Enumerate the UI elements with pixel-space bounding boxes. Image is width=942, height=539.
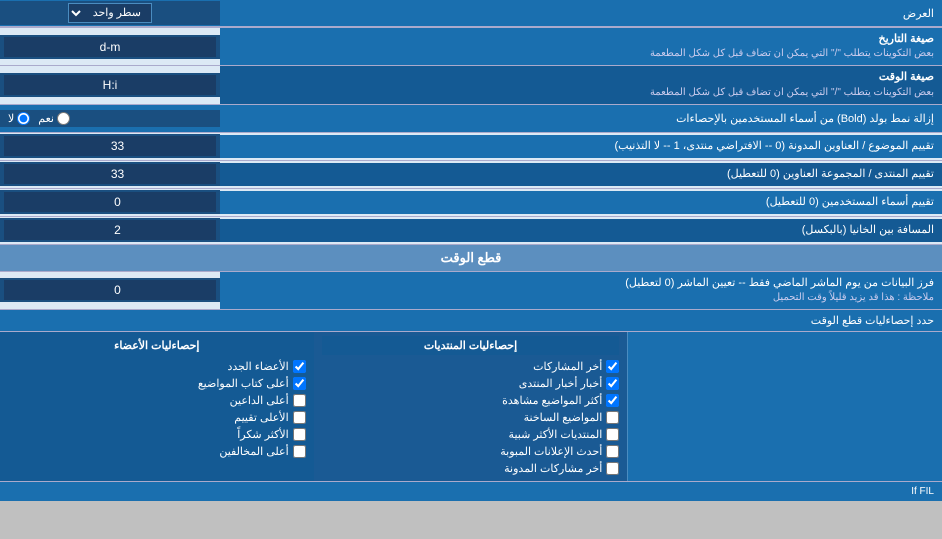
stats-apply-row: حدد إحصاءليات قطع الوقت <box>0 310 942 332</box>
members-stat-6: أعلى المخالفين <box>8 443 306 460</box>
time-format-label-line2: بعض التكوينات يتطلب "/" التي يمكن ان تضا… <box>228 86 934 100</box>
gap-row: المسافة بين الخانيا (بالبكسل) <box>0 217 942 245</box>
time-cut-label-line1: فرز البيانات من يوم الماشر الماضي فقط --… <box>228 276 934 291</box>
radio-no[interactable] <box>17 112 30 125</box>
members-stat-1-label: الأعضاء الجدد <box>227 360 288 373</box>
bold-radio-row: إزالة نمط بولد (Bold) من أسماء المستخدمي… <box>0 105 942 133</box>
sort-forums-input-wrap <box>0 162 220 186</box>
time-cut-section-header: قطع الوقت <box>0 245 942 272</box>
posts-stat-5-checkbox[interactable] <box>606 428 619 441</box>
posts-stat-5: المنتديات الأكثر شبية <box>322 426 620 443</box>
time-format-row: صيغة الوقت بعض التكوينات يتطلب "/" التي … <box>0 66 942 104</box>
gap-label: المسافة بين الخانيا (بالبكسل) <box>220 219 942 242</box>
members-stat-3: أعلى الداعين <box>8 392 306 409</box>
gap-input[interactable] <box>4 220 216 240</box>
stats-apply-label: حدد إحصاءليات قطع الوقت <box>8 314 934 327</box>
members-stats-col: إحصاءليات الأعضاء الأعضاء الجدد أعلى كتا… <box>0 332 314 481</box>
sort-users-label: تقييم أسماء المستخدمين (0 للتعطيل) <box>220 191 942 214</box>
bold-radio-control: نعم لا <box>0 110 220 127</box>
sort-topics-input-wrap <box>0 134 220 158</box>
time-cut-row: فرز البيانات من يوم الماشر الماضي فقط --… <box>0 272 942 310</box>
posts-stat-4-label: المواضيع الساخنة <box>524 411 603 424</box>
time-format-input-wrap <box>0 73 220 97</box>
date-format-label-line2: بعض التكوينات يتطلب "/" التي يمكن ان تضا… <box>228 47 934 61</box>
time-format-label-line1: صيغة الوقت <box>228 70 934 85</box>
bottom-note-row: If FIL <box>0 481 942 501</box>
time-format-input[interactable] <box>4 75 216 95</box>
radio-yes-label[interactable]: نعم <box>38 112 70 125</box>
posts-stat-3: أكثر المواضيع مشاهدة <box>322 392 620 409</box>
sort-topics-label: تقييم الموضوع / العناوين المدونة (0 -- ا… <box>220 135 942 158</box>
posts-stat-7-checkbox[interactable] <box>606 462 619 475</box>
posts-stat-2: أخبار أخبار المنتدى <box>322 375 620 392</box>
header-row: العرض سطر واحدسطرينثلاثة أسطر <box>0 0 942 28</box>
bold-label: إزالة نمط بولد (Bold) من أسماء المستخدمي… <box>220 108 942 129</box>
members-stat-3-label: أعلى الداعين <box>230 394 289 407</box>
header-label: العرض <box>220 3 942 24</box>
posts-stat-2-checkbox[interactable] <box>606 377 619 390</box>
posts-stat-5-label: المنتديات الأكثر شبية <box>509 428 603 441</box>
sort-users-row: تقييم أسماء المستخدمين (0 للتعطيل) <box>0 189 942 217</box>
date-format-label-line1: صيغة التاريخ <box>228 32 934 47</box>
posts-stat-2-label: أخبار أخبار المنتدى <box>519 377 603 390</box>
sort-forums-input[interactable] <box>4 164 216 184</box>
members-stat-2: أعلى كتاب المواضيع <box>8 375 306 392</box>
time-cut-label-line2: ملاحظة : هذا قد يزيد قليلاً وقت التحميل <box>228 291 934 305</box>
members-stat-2-checkbox[interactable] <box>293 377 306 390</box>
date-format-input[interactable] <box>4 37 216 57</box>
posts-stat-3-label: أكثر المواضيع مشاهدة <box>502 394 602 407</box>
time-cut-input[interactable] <box>4 280 216 300</box>
posts-stat-6-label: أحدث الإعلانات المبوبة <box>500 445 602 458</box>
gap-input-wrap <box>0 218 220 242</box>
sort-forums-label: تقييم المنتدى / المجموعة العناوين (0 للت… <box>220 163 942 186</box>
date-format-label: صيغة التاريخ بعض التكوينات يتطلب "/" الت… <box>220 28 942 65</box>
radio-yes-text: نعم <box>38 112 54 125</box>
header-control: سطر واحدسطرينثلاثة أسطر <box>0 1 220 25</box>
sort-topics-input[interactable] <box>4 136 216 156</box>
date-format-input-wrap <box>0 35 220 59</box>
members-stat-5: الأكثر شكراً <box>8 426 306 443</box>
time-cut-input-wrap <box>0 278 220 302</box>
members-stat-6-label: أعلى المخالفين <box>219 445 288 458</box>
radio-no-label[interactable]: لا <box>8 112 30 125</box>
radio-yes[interactable] <box>57 112 70 125</box>
posts-stat-6-checkbox[interactable] <box>606 445 619 458</box>
bottom-note-text: If FIL <box>911 486 934 497</box>
posts-stat-1-label: أخر المشاركات <box>533 360 602 373</box>
posts-stat-7: أخر مشاركات المدونة <box>322 460 620 477</box>
sort-topics-row: تقييم الموضوع / العناوين المدونة (0 -- ا… <box>0 133 942 161</box>
members-stat-6-checkbox[interactable] <box>293 445 306 458</box>
posts-stat-1-checkbox[interactable] <box>606 360 619 373</box>
sort-forums-row: تقييم المنتدى / المجموعة العناوين (0 للت… <box>0 161 942 189</box>
display-select[interactable]: سطر واحدسطرينثلاثة أسطر <box>68 3 152 23</box>
members-stat-5-checkbox[interactable] <box>293 428 306 441</box>
members-stat-4-label: الأعلى تقييم <box>234 411 288 424</box>
time-format-label: صيغة الوقت بعض التكوينات يتطلب "/" التي … <box>220 66 942 103</box>
members-stat-3-checkbox[interactable] <box>293 394 306 407</box>
members-stats-header: إحصاءليات الأعضاء <box>8 336 306 355</box>
posts-stat-4-checkbox[interactable] <box>606 411 619 424</box>
members-stat-5-label: الأكثر شكراً <box>237 428 288 441</box>
posts-stat-6: أحدث الإعلانات المبوبة <box>322 443 620 460</box>
members-stat-2-label: أعلى كتاب المواضيع <box>198 377 289 390</box>
date-format-row: صيغة التاريخ بعض التكوينات يتطلب "/" الت… <box>0 28 942 66</box>
members-stat-4-checkbox[interactable] <box>293 411 306 424</box>
members-stat-4: الأعلى تقييم <box>8 409 306 426</box>
posts-stat-1: أخر المشاركات <box>322 358 620 375</box>
sort-users-input[interactable] <box>4 192 216 212</box>
posts-stats-header: إحصاءليات المنتديات <box>322 336 620 355</box>
main-container: العرض سطر واحدسطرينثلاثة أسطر صيغة التار… <box>0 0 942 501</box>
posts-stat-4: المواضيع الساخنة <box>322 409 620 426</box>
sort-users-input-wrap <box>0 190 220 214</box>
posts-stats-col: إحصاءليات المنتديات أخر المشاركات أخبار … <box>314 332 629 481</box>
radio-no-text: لا <box>8 112 14 125</box>
time-cut-label: فرز البيانات من يوم الماشر الماضي فقط --… <box>220 272 942 309</box>
posts-stat-7-label: أخر مشاركات المدونة <box>504 462 602 475</box>
stats-empty-col <box>628 332 942 481</box>
members-stat-1-checkbox[interactable] <box>293 360 306 373</box>
members-stat-1: الأعضاء الجدد <box>8 358 306 375</box>
stats-columns: إحصاءليات المنتديات أخر المشاركات أخبار … <box>0 332 942 481</box>
posts-stat-3-checkbox[interactable] <box>606 394 619 407</box>
